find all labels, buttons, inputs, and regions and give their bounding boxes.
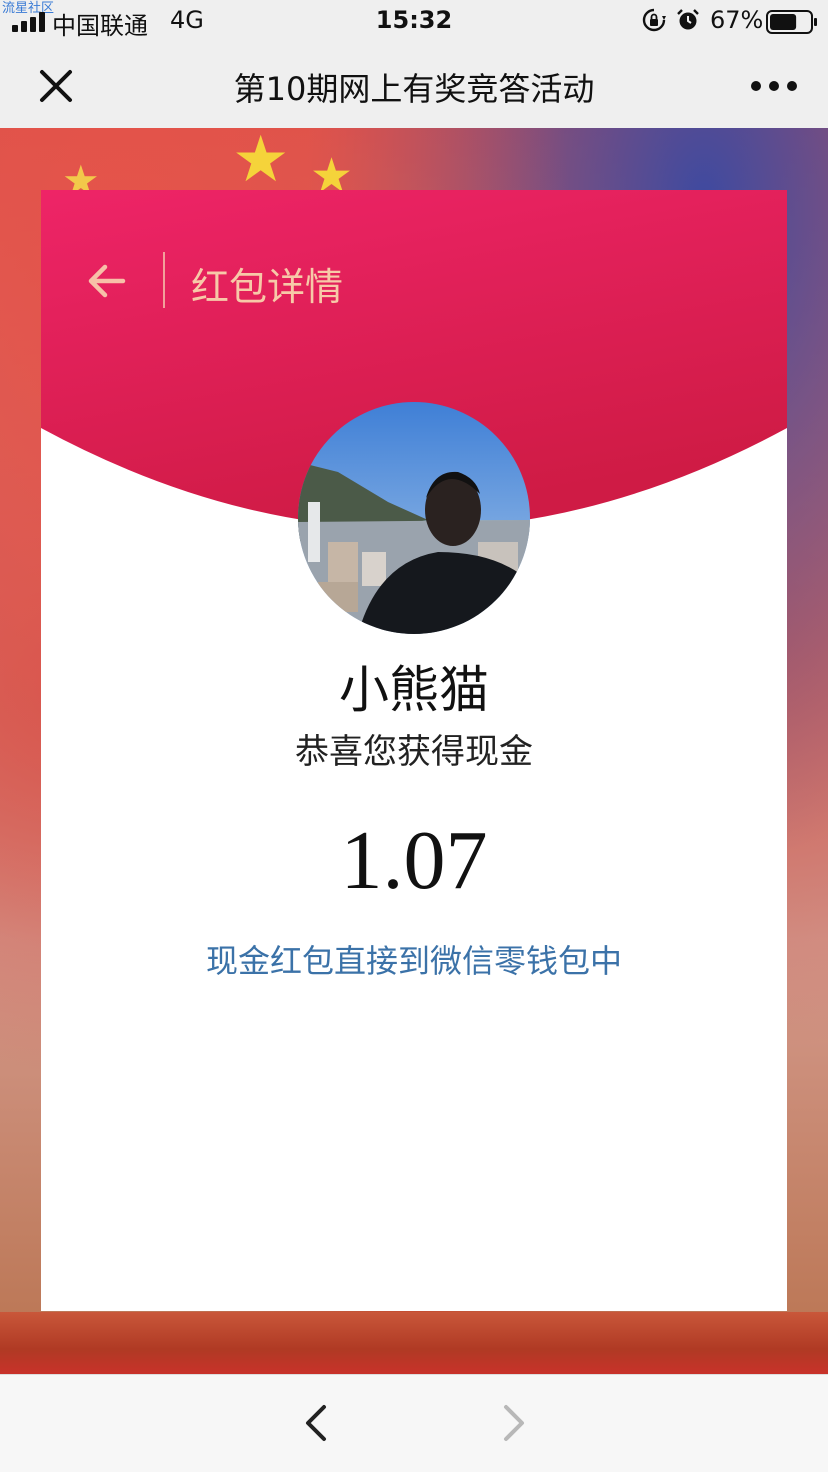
nav-bar: 第10期网上有奖竞答活动 <box>0 44 828 128</box>
card-title: 红包详情 <box>191 265 344 309</box>
chevron-left-icon[interactable] <box>296 1401 336 1445</box>
chevron-right-icon <box>504 1405 524 1441</box>
back-arrow-icon[interactable] <box>85 260 127 302</box>
browser-bottom-bar <box>0 1374 828 1472</box>
page-title: 第10期网上有奖竞答活动 <box>233 70 595 108</box>
congrats-text: 恭喜您获得现金 <box>295 732 533 772</box>
battery-percent: 67% <box>710 6 764 34</box>
avatar-photo <box>298 402 530 634</box>
wallet-note: 现金红包直接到微信零钱包中 <box>205 942 622 980</box>
status-bar: 流星社区 中国联通 4G 15:32 67% <box>0 0 828 44</box>
close-icon[interactable] <box>34 64 78 108</box>
more-icon[interactable] <box>746 74 802 98</box>
cash-amount: 1.07 <box>340 814 488 907</box>
status-time: 15:32 <box>375 6 453 34</box>
user-name: 小熊猫 <box>339 661 489 719</box>
alarm-icon <box>677 9 699 30</box>
avatar <box>298 402 530 634</box>
header-divider <box>163 252 165 308</box>
background-star-icon: ★ <box>232 123 290 197</box>
orientation-lock-icon <box>642 8 666 32</box>
screen: ★ ★ ★ 流星社区 中国联通 4G 15:32 67% 第10期网上有奖竞答活… <box>0 0 828 1472</box>
red-packet-card: 红包详情 小熊猫 恭喜您获得现金 1.07 现金红包直接到微信零钱包中 <box>41 190 787 1311</box>
battery-icon <box>766 10 817 34</box>
background-strip <box>0 1312 828 1374</box>
